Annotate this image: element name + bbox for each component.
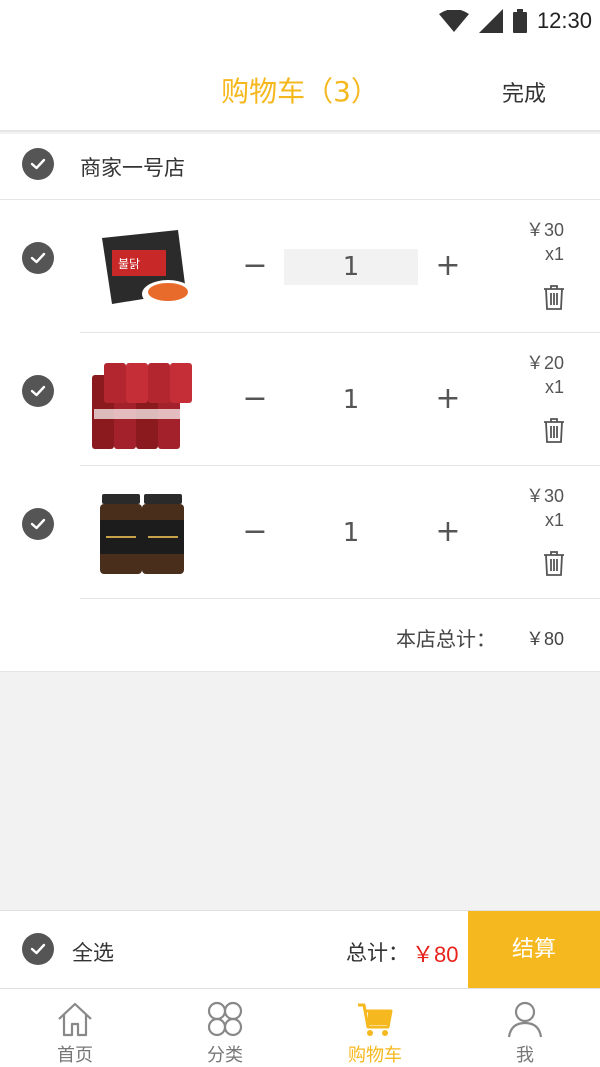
decrease-qty-button[interactable]: − xyxy=(240,379,270,419)
qty-field[interactable]: 1 xyxy=(284,249,418,285)
signal-icon xyxy=(478,9,503,33)
tab-category[interactable]: 分类 xyxy=(150,989,300,1067)
item-price: ￥30 xyxy=(525,486,564,506)
shop-select-checkbox[interactable] xyxy=(22,148,54,180)
shop-subtotal: 本店总计： ￥80 xyxy=(0,599,600,672)
check-icon xyxy=(30,385,46,397)
increase-qty-button[interactable]: + xyxy=(432,512,464,552)
item-count: x1 xyxy=(544,510,564,530)
shop-total-value: ￥80 xyxy=(525,629,564,649)
increase-qty-button[interactable]: + xyxy=(432,379,464,419)
product-image-noodles[interactable]: 불닭 xyxy=(88,214,198,320)
select-all-checkbox[interactable] xyxy=(22,933,54,965)
trash-icon[interactable] xyxy=(542,550,566,576)
shop-name: 商家一号店 xyxy=(80,156,185,180)
tab-label: 分类 xyxy=(207,1045,243,1066)
increase-qty-button[interactable]: + xyxy=(432,246,464,286)
checkout-bar: 全选 总计： ￥80 结算 xyxy=(0,910,600,989)
bottom-tab-bar: 首页 分类 购物车 我 xyxy=(0,988,600,1067)
item-select-checkbox[interactable] xyxy=(22,375,54,407)
tab-label: 我 xyxy=(516,1045,534,1066)
battery-icon xyxy=(512,9,527,33)
item-count: x1 xyxy=(544,377,564,397)
item-select-checkbox[interactable] xyxy=(22,508,54,540)
product-image-coffee[interactable] xyxy=(88,480,198,586)
qty-field[interactable]: 1 xyxy=(284,515,418,551)
grand-total-label: 总计： xyxy=(346,941,409,965)
done-button[interactable]: 完成 xyxy=(502,76,546,108)
check-icon xyxy=(30,943,46,955)
shop-header: 商家一号店 xyxy=(0,134,600,200)
item-select-checkbox[interactable] xyxy=(22,242,54,274)
cart-icon xyxy=(358,1003,393,1036)
svg-text:불닭: 불닭 xyxy=(118,257,140,271)
decrease-qty-button[interactable]: − xyxy=(240,246,270,286)
cart-item: − 1 + ￥30 x1 xyxy=(0,466,600,599)
shop-section: 商家一号店 불닭 − 1 + ￥30 x1 − 1 + ￥20 x1 − 1 +… xyxy=(0,134,600,672)
tab-cart[interactable]: 购物车 xyxy=(300,989,450,1067)
status-icons: 12:30 xyxy=(438,8,592,34)
check-icon xyxy=(30,252,46,264)
cart-item: − 1 + ￥20 x1 xyxy=(0,333,600,466)
tab-label: 购物车 xyxy=(348,1045,402,1066)
tab-label: 首页 xyxy=(57,1045,93,1066)
item-price: ￥30 xyxy=(525,220,564,240)
item-price: ￥20 xyxy=(525,353,564,373)
category-icon xyxy=(207,1001,243,1037)
checkout-button[interactable]: 结算 xyxy=(468,911,600,989)
nav-header: 购物车（3） 完成 xyxy=(0,44,600,132)
grand-total-value: ￥80 xyxy=(412,942,459,967)
tab-me[interactable]: 我 xyxy=(450,989,600,1067)
wifi-icon xyxy=(438,10,469,32)
status-time: 12:30 xyxy=(536,8,592,33)
select-all-label[interactable]: 全选 xyxy=(72,937,114,967)
shop-total-label: 本店总计： xyxy=(396,627,496,651)
decrease-qty-button[interactable]: − xyxy=(240,512,270,552)
check-icon xyxy=(30,518,46,530)
trash-icon[interactable] xyxy=(542,417,566,443)
home-icon xyxy=(58,1002,92,1037)
user-icon xyxy=(507,1001,543,1038)
tab-home[interactable]: 首页 xyxy=(0,989,150,1067)
product-image-dr-pepper[interactable] xyxy=(88,347,198,453)
item-count: x1 xyxy=(544,244,564,264)
cart-item: 불닭 − 1 + ￥30 x1 xyxy=(0,200,600,333)
qty-field[interactable]: 1 xyxy=(284,382,418,418)
trash-icon[interactable] xyxy=(542,284,566,310)
check-icon xyxy=(30,158,46,170)
status-bar: 12:30 xyxy=(0,0,600,44)
